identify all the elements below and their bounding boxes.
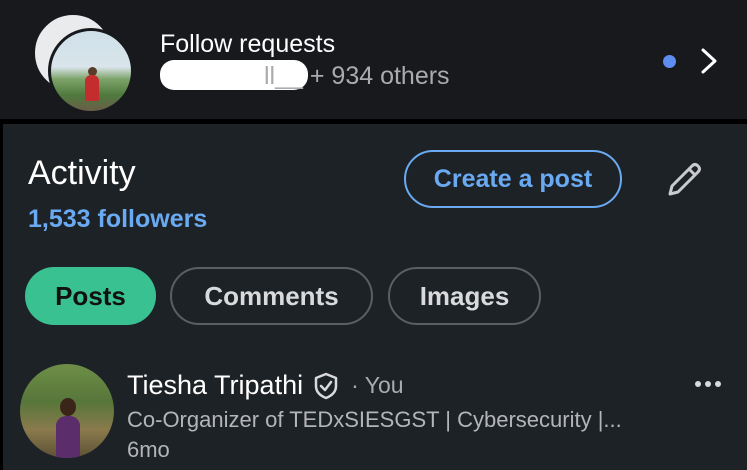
activity-title: Activity: [28, 154, 136, 192]
pencil-icon[interactable]: [662, 158, 706, 202]
avatar[interactable]: [20, 364, 114, 458]
follow-requests-bar[interactable]: Follow requests ll__ + 934 others: [0, 0, 747, 119]
chevron-right-icon[interactable]: [696, 46, 722, 76]
follow-requests-subtitle: ll__ + 934 others: [160, 60, 450, 92]
post-author-line: Tiesha Tripathi · You: [127, 370, 404, 401]
create-post-button[interactable]: Create a post: [404, 150, 622, 208]
follow-requests-avatars: [30, 12, 140, 114]
activity-card: Activity 1,533 followers Create a post P…: [3, 124, 747, 470]
unread-dot: [663, 55, 676, 68]
verified-shield-icon: [314, 372, 338, 399]
tab-comments[interactable]: Comments: [170, 267, 373, 325]
follow-requests-title: Follow requests: [160, 30, 336, 58]
tab-images[interactable]: Images: [388, 267, 541, 325]
relation-label: You: [364, 372, 404, 398]
more-horizontal-icon[interactable]: [693, 379, 723, 389]
post-author-name[interactable]: Tiesha Tripathi: [127, 370, 303, 401]
tab-posts[interactable]: Posts: [25, 267, 156, 325]
post-timestamp: 6mo: [127, 437, 170, 462]
name-fragment: ll__: [264, 62, 303, 90]
followers-link[interactable]: 1,533 followers: [28, 205, 207, 234]
separator-dot: ·: [351, 372, 359, 398]
post-author-headline: Co-Organizer of TEDxSIESGST | Cybersecur…: [127, 407, 622, 432]
others-count: + 934 others: [302, 62, 450, 90]
avatar: [48, 28, 134, 114]
